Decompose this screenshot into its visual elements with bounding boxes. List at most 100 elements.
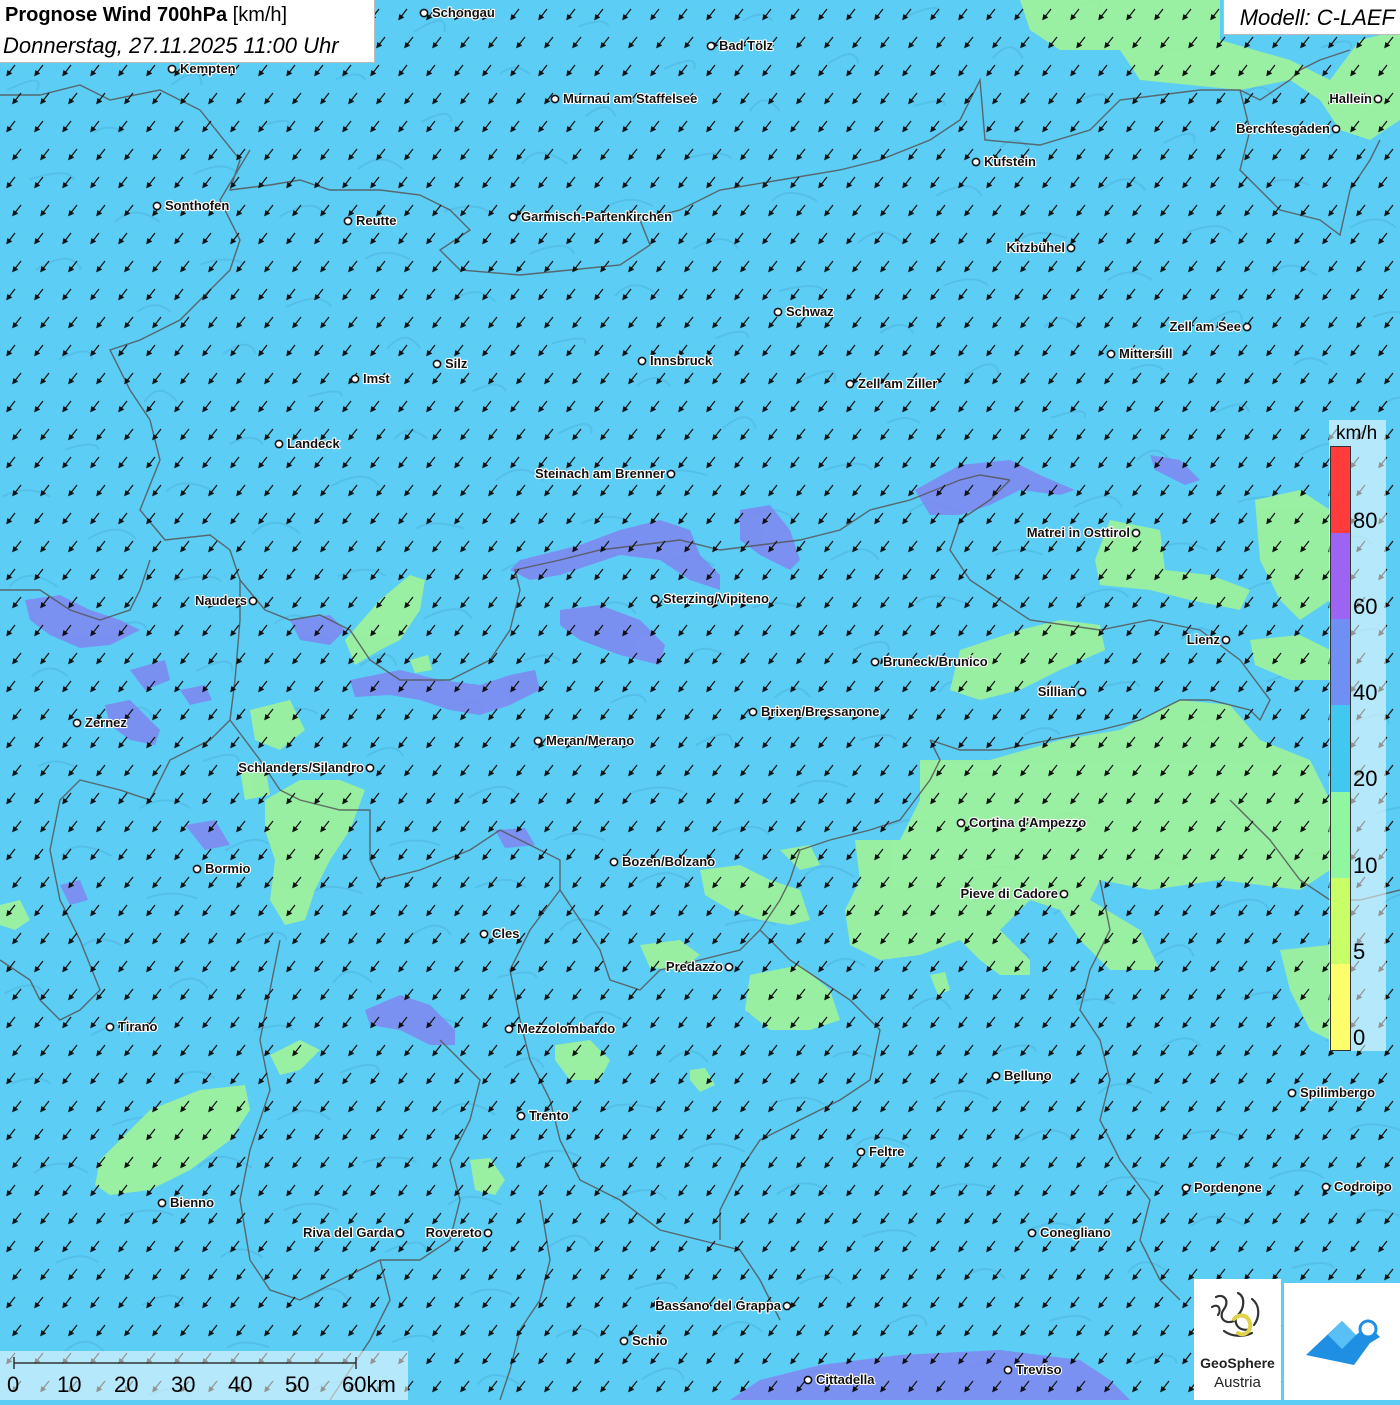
- scale-label: 60km: [342, 1372, 396, 1397]
- city-marker[interactable]: Bozen/Bolzano: [609, 853, 716, 870]
- scale-bar: 0 10 20 30 40 50 60km: [0, 1351, 408, 1400]
- city-label: Lienz: [1187, 632, 1221, 647]
- city-dot: [1027, 1228, 1037, 1238]
- city-label: Hallein: [1329, 91, 1372, 106]
- legend-label: 5: [1353, 938, 1366, 964]
- city-marker[interactable]: Pordenone: [1181, 1179, 1263, 1196]
- city-label: Landeck: [287, 436, 341, 451]
- city-label: Pieve di Cadore: [960, 886, 1058, 901]
- city-label: Cittadella: [816, 1372, 875, 1387]
- city-marker[interactable]: Steinach am Brenner: [534, 465, 676, 482]
- city-marker[interactable]: Brixen/Bressanone: [748, 703, 881, 720]
- scale-label: 30: [171, 1372, 196, 1397]
- city-label: Silz: [445, 356, 468, 371]
- city-dot: [1221, 635, 1231, 645]
- city-label: Tirano: [118, 1019, 158, 1034]
- city-label: Bienno: [170, 1195, 214, 1210]
- city-marker[interactable]: Kitzbühel: [1005, 239, 1076, 256]
- city-marker[interactable]: Sonthofen: [152, 197, 230, 214]
- city-dot: [72, 718, 82, 728]
- city-marker[interactable]: Schongau: [419, 4, 496, 21]
- city-marker[interactable]: Schlanders/Silandro: [237, 759, 375, 776]
- city-label: Reutte: [356, 213, 396, 228]
- city-marker[interactable]: Sterzing/Vipiteno: [650, 590, 770, 607]
- city-marker[interactable]: Bassano del Grappa: [654, 1297, 792, 1314]
- city-dot: [845, 379, 855, 389]
- city-dot: [419, 8, 429, 18]
- model-label: Modell: C-LAEF: [1239, 5, 1395, 30]
- legend-color-bar: [1330, 446, 1351, 1051]
- city-dot: [504, 1024, 514, 1034]
- scale-label: 0: [7, 1372, 20, 1397]
- city-label: Codroipo: [1334, 1179, 1392, 1194]
- city-marker[interactable]: Conegliano: [1027, 1224, 1112, 1241]
- city-dot: [432, 359, 442, 369]
- city-dot: [1242, 322, 1252, 332]
- city-marker[interactable]: Murnau am Staffelsee: [550, 90, 698, 107]
- city-marker[interactable]: Cortina d'Ampezzo: [956, 814, 1087, 831]
- city-label: Kufstein: [984, 154, 1036, 169]
- city-label: Brixen/Bressanone: [761, 704, 880, 719]
- city-marker[interactable]: Rovereto: [425, 1224, 493, 1241]
- city-dot: [1059, 889, 1069, 899]
- city-label: Kitzbühel: [1007, 240, 1066, 255]
- city-marker[interactable]: Bruneck/Brunico: [870, 653, 989, 670]
- city-label: Bozen/Bolzano: [622, 854, 715, 869]
- legend-label: 20: [1353, 766, 1378, 792]
- legend-segment: [1331, 447, 1350, 534]
- city-label: Bormio: [205, 861, 251, 876]
- weather-app-icon: [1306, 1319, 1380, 1365]
- city-dot: [274, 439, 284, 449]
- city-label: Trento: [529, 1108, 569, 1123]
- app-logo: [1284, 1283, 1400, 1400]
- city-dot: [1331, 124, 1341, 134]
- legend-segment: [1331, 705, 1350, 792]
- city-dot: [1287, 1088, 1297, 1098]
- scale-label: 40: [228, 1372, 253, 1397]
- legend-segment: [1331, 533, 1350, 620]
- city-marker[interactable]: Matrei in Osttirol: [1026, 524, 1141, 541]
- city-dot: [724, 962, 734, 972]
- city-dot: [666, 469, 676, 479]
- city-dot: [706, 41, 716, 51]
- city-marker[interactable]: Predazzo: [665, 958, 734, 975]
- city-marker[interactable]: Cittadella: [803, 1371, 876, 1388]
- city-label: Imst: [363, 371, 390, 386]
- city-dot: [971, 157, 981, 167]
- city-dot: [619, 1336, 629, 1346]
- map-title: Prognose Wind 700hPa [km/h]: [5, 4, 287, 27]
- city-label: Murnau am Staffelsee: [563, 91, 697, 106]
- city-dot: [152, 201, 162, 211]
- city-dot: [870, 657, 880, 667]
- city-marker[interactable]: Zell am Ziller: [845, 375, 939, 392]
- city-dot: [508, 212, 518, 222]
- logo-name-line2: Austria: [1214, 1374, 1261, 1391]
- city-dot: [782, 1301, 792, 1311]
- city-dot: [105, 1022, 115, 1032]
- legend-label: 10: [1353, 852, 1378, 878]
- legend-label: 80: [1353, 508, 1378, 533]
- city-dot: [1077, 687, 1087, 697]
- city-dot: [1066, 243, 1076, 253]
- city-dot: [483, 1228, 493, 1238]
- city-dot: [167, 64, 177, 74]
- city-label: Cortina d'Ampezzo: [969, 815, 1086, 830]
- city-marker[interactable]: Riva del Garda: [302, 1224, 405, 1241]
- city-dot: [991, 1071, 1001, 1081]
- color-legend: km/h 80 60 40 20 10 5 0: [1329, 420, 1386, 1051]
- city-marker[interactable]: Spilimbergo: [1287, 1084, 1376, 1101]
- city-label: Spilimbergo: [1300, 1085, 1375, 1100]
- city-label: Sterzing/Vipiteno: [663, 591, 769, 606]
- legend-segment: [1331, 877, 1350, 964]
- title-unit: [km/h]: [227, 4, 288, 26]
- city-marker[interactable]: Meran/Merano: [533, 732, 635, 749]
- city-marker[interactable]: Garmisch-Partenkirchen: [508, 208, 673, 225]
- city-marker[interactable]: Pieve di Cadore: [959, 885, 1069, 902]
- city-label: Zell am Ziller: [858, 376, 937, 391]
- city-marker[interactable]: Berchtesgaden: [1235, 120, 1341, 137]
- city-marker[interactable]: Mezzolombardo: [504, 1020, 616, 1037]
- city-marker[interactable]: Zell am See: [1168, 318, 1252, 335]
- city-marker[interactable]: Innsbruck: [637, 352, 714, 369]
- city-dot: [1373, 94, 1383, 104]
- city-label: Bruneck/Brunico: [883, 654, 988, 669]
